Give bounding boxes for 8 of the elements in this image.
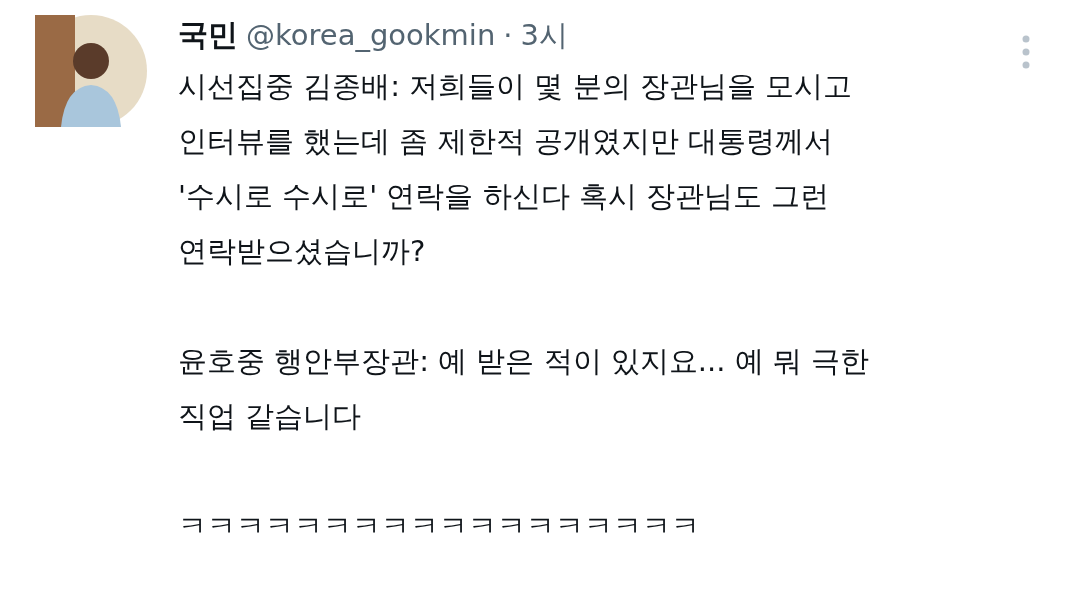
avatar[interactable]	[35, 15, 147, 127]
post-time[interactable]: 3시	[520, 16, 568, 56]
tweet-text: ㅋㅋㅋㅋㅋㅋㅋㅋㅋㅋㅋㅋㅋㅋㅋㅋㅋㅋ	[178, 508, 701, 545]
tweet-text: 시선집중 김종배: 저희들이 몇 분의 장관님을 모시고 인터뷰를 했는데 좀 제한적 공개였지만 대통령께서 '수시로 수시로' 연락을 하신다 혹시 장관님도 그런 연락받으셨습니까?	[178, 68, 854, 270]
display-name[interactable]: 국민	[178, 15, 238, 56]
user-handle[interactable]: @korea_gookmin	[246, 18, 496, 52]
separator: ·	[503, 18, 513, 52]
tweet-text: 윤호중 행안부장관: 예 받은 적이 있지요... 예 뭐 극한 직업 같습니다	[178, 343, 871, 435]
